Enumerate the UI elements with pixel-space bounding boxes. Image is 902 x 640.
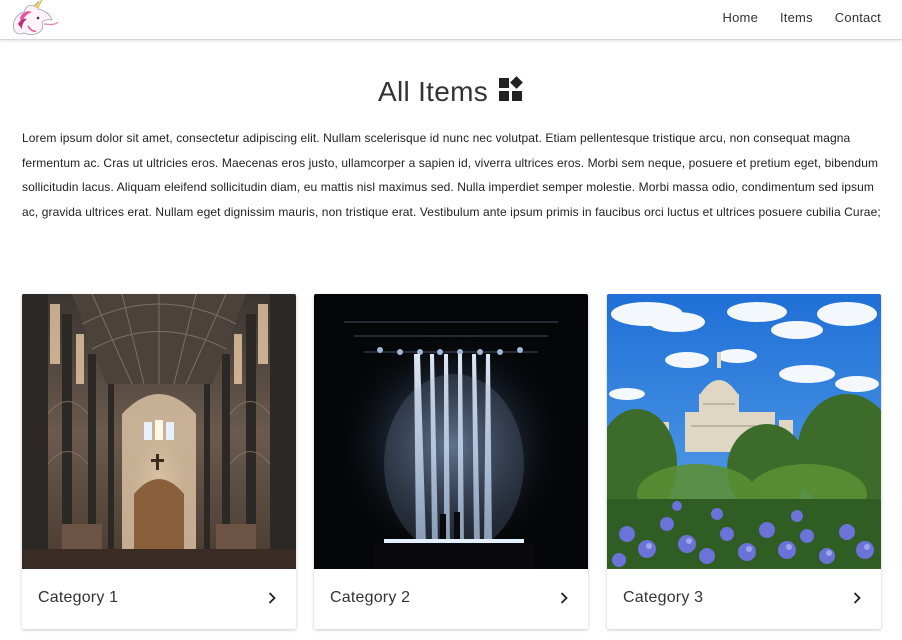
page-title: All Items (377, 76, 489, 107)
category-card-1[interactable]: Category 1 (22, 294, 296, 629)
chevron-right-icon[interactable] (558, 591, 570, 605)
category-card-2[interactable]: Category 2 (314, 294, 588, 629)
card-label: Category 2 (330, 589, 411, 606)
concert-lights-photo (314, 294, 588, 569)
nav-items-link[interactable]: Items (780, 10, 813, 26)
unicorn-logo[interactable] (8, 0, 60, 38)
nav-links: Home Items Contact (701, 10, 881, 26)
card-footer: Category 2 (314, 569, 588, 629)
card-footer: Category 3 (607, 569, 881, 629)
category-card-3[interactable]: Category 3 (607, 294, 881, 629)
nav-contact-link[interactable]: Contact (835, 10, 881, 26)
widgets-icon (499, 76, 523, 101)
card-label: Category 3 (623, 589, 704, 606)
title-row: All Items (0, 76, 902, 108)
cathedral-garden-photo (607, 294, 881, 569)
navbar: Home Items Contact (0, 0, 902, 40)
nav-home-link[interactable]: Home (723, 10, 758, 26)
chevron-right-icon[interactable] (266, 591, 278, 605)
card-footer: Category 1 (22, 569, 296, 629)
chevron-right-icon[interactable] (851, 591, 863, 605)
intro-paragraph: Lorem ipsum dolor sit amet, consectetur … (22, 131, 881, 219)
card-label: Category 1 (38, 589, 119, 606)
church-interior-photo (22, 294, 296, 569)
